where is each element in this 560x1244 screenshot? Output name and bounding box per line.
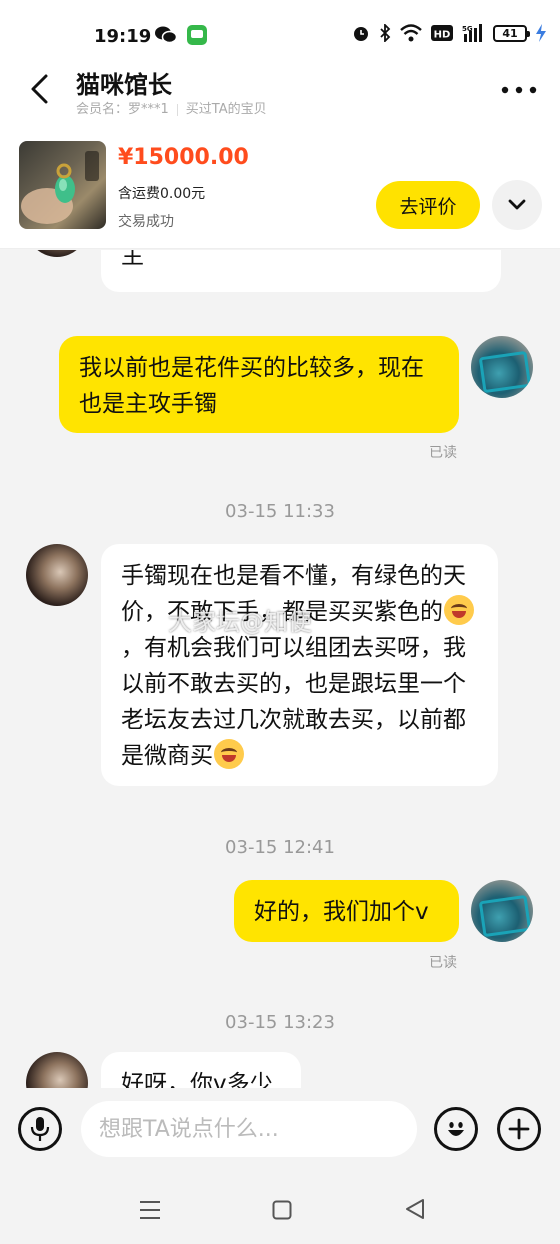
smile-emoji-icon: [214, 739, 244, 769]
voice-button[interactable]: [18, 1107, 62, 1151]
wechat-icon: [155, 26, 177, 44]
chevron-down-icon: [508, 199, 526, 210]
notification-icons: [155, 25, 207, 45]
message-text: 好呀，你v多少: [121, 1071, 273, 1088]
avatar[interactable]: [471, 880, 533, 942]
nav-back-icon[interactable]: [404, 1198, 426, 1220]
message-bubble[interactable]: 我以前也是花件买的比较多，现在也是主攻手镯: [59, 336, 459, 433]
alarm-icon: [354, 27, 368, 41]
bluetooth-icon: [380, 24, 391, 42]
message-text: ，有机会我们可以组团去买呀，我以前不敢去买的，也是跟坛里一个老坛友去过几次就敢去…: [121, 635, 466, 769]
plus-icon: [508, 1118, 530, 1140]
emoji-button[interactable]: [434, 1107, 478, 1151]
timestamp: 03-15 12:41: [225, 837, 335, 858]
message-bubble[interactable]: 手镯现在也是看不懂，有绿色的天价，不敢下手，都是买买紫色的 ，有机会我们可以组团去…: [101, 544, 498, 786]
status-bar: 19:19 HD 5G 41: [0, 0, 560, 60]
input-bar: [0, 1088, 560, 1174]
timestamp: 03-15 13:23: [225, 1012, 335, 1033]
message-text: 好的，我们加个v: [254, 899, 429, 925]
recent-apps-icon[interactable]: [139, 1200, 161, 1220]
read-receipt: 已读: [429, 445, 457, 461]
timestamp: 03-15 11:33: [225, 501, 335, 522]
message-bubble[interactable]: 好的，我们加个v: [234, 880, 459, 942]
product-thumbnail[interactable]: [19, 141, 106, 229]
chat-header: 猫咪馆长 会员名：罗***1 买过TA的宝贝: [0, 60, 560, 125]
system-nav-bar: [0, 1174, 560, 1244]
wifi-icon: [400, 24, 422, 42]
message-text: 手镯现在也是看不懂，有绿色的天价，不敢下手，都是买买紫色的: [121, 563, 466, 625]
smile-emoji-icon: [444, 595, 474, 625]
message-bubble[interactable]: 主: [101, 250, 501, 292]
page-title: 猫咪馆长: [76, 71, 172, 99]
charging-icon: [536, 24, 546, 42]
product-card[interactable]: ¥15000.00 含运费0.00元 交易成功 去评价: [0, 125, 560, 249]
microphone-icon: [30, 1117, 50, 1141]
battery-level: 41: [502, 26, 518, 40]
system-icons: HD 5G 41: [352, 24, 546, 42]
product-shipping: 含运费0.00元: [118, 186, 206, 202]
order-status: 交易成功: [118, 214, 174, 230]
more-icon[interactable]: [500, 80, 538, 100]
smiley-icon: [448, 1122, 464, 1136]
message-text: 我以前也是花件买的比较多，现在也是主攻手镯: [79, 355, 424, 417]
avatar[interactable]: [26, 544, 88, 606]
message-bubble[interactable]: 好呀，你v多少: [101, 1052, 301, 1088]
home-icon[interactable]: [272, 1200, 292, 1220]
back-icon[interactable]: [24, 72, 58, 106]
product-price: ¥15000.00: [118, 145, 249, 170]
review-button[interactable]: 去评价: [376, 181, 480, 229]
more-actions-button[interactable]: [497, 1107, 541, 1151]
read-receipt: 已读: [429, 955, 457, 971]
header-subtitle: 会员名：罗***1 买过TA的宝贝: [76, 98, 267, 117]
bought-label[interactable]: 买过TA的宝贝: [186, 102, 267, 117]
jade-pendant-image: [21, 151, 99, 224]
avatar[interactable]: [471, 336, 533, 398]
status-time: 19:19: [94, 26, 152, 47]
message-text: 主: [121, 250, 144, 269]
message-app-icon: [187, 25, 207, 45]
member-label: 会员名：罗***1: [76, 102, 169, 117]
signal-icon: 5G: [462, 24, 482, 42]
svg-text:HD: HD: [434, 30, 451, 41]
avatar[interactable]: [26, 1052, 88, 1088]
chat-messages[interactable]: 主 我以前也是花件买的比较多，现在也是主攻手镯 已读 03-15 11:33 手…: [0, 250, 560, 1088]
hd-icon: HD: [431, 25, 453, 41]
expand-button[interactable]: [492, 180, 542, 230]
avatar[interactable]: [26, 250, 88, 257]
message-input[interactable]: [81, 1101, 417, 1157]
battery-icon: 41: [493, 24, 530, 42]
